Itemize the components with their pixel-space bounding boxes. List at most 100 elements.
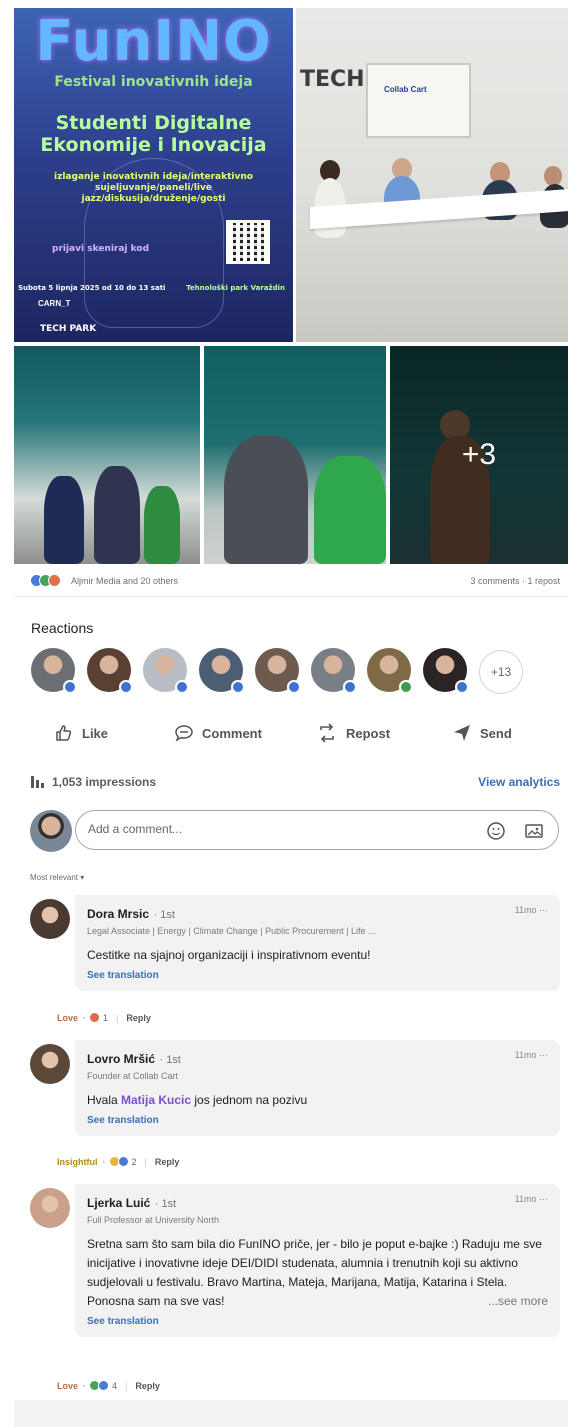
- comment-text: Sretna sam što sam bila dio FunINO priče…: [87, 1235, 548, 1311]
- comment-bubble: Lovro Mršić · 1st 11mo ··· Founder at Co…: [75, 1040, 560, 1136]
- post-action-bar: Like Comment Repost Send: [14, 716, 568, 750]
- view-analytics-link[interactable]: View analytics: [478, 775, 560, 789]
- reactor-avatar[interactable]: [423, 648, 469, 694]
- comment-time-menu[interactable]: 11mo ···: [515, 1194, 548, 1204]
- emoji-icon[interactable]: [486, 821, 506, 841]
- reply-button[interactable]: Reply: [126, 1013, 151, 1023]
- networking-image[interactable]: [204, 346, 386, 564]
- comment-icon: [175, 725, 193, 742]
- love-reaction-icon: [89, 1012, 101, 1023]
- see-translation-link[interactable]: See translation: [87, 1316, 548, 1327]
- repost-label: Repost: [346, 725, 391, 741]
- like-reaction-icon: [343, 680, 357, 694]
- reactor-avatar[interactable]: [367, 648, 413, 694]
- comment-input[interactable]: [88, 822, 448, 836]
- qr-code-icon: [226, 220, 270, 264]
- reaction-summary-icons[interactable]: [30, 574, 70, 588]
- more-reactors-button[interactable]: +13: [479, 650, 523, 694]
- comment-time-menu[interactable]: 11mo ···: [515, 905, 548, 915]
- poster-brand: FunINO: [35, 9, 272, 74]
- comment-box[interactable]: [75, 810, 559, 850]
- react-button[interactable]: Love: [57, 1381, 78, 1391]
- commenter-avatar[interactable]: [30, 899, 70, 939]
- reaction-count[interactable]: 4: [112, 1381, 117, 1391]
- photo-collage[interactable]: FunINO Festival inovativnih ideja Studen…: [14, 8, 568, 564]
- commenter-name[interactable]: Lovro Mršić: [87, 1052, 155, 1066]
- impressions-bar: 1,053 impressions View analytics: [30, 770, 560, 794]
- sort-dropdown[interactable]: Most relevant ▾: [30, 873, 84, 882]
- love-reaction-icon: [48, 574, 61, 587]
- comment-button[interactable]: Comment: [174, 720, 262, 746]
- comment-time-menu[interactable]: 11mo ···: [515, 1050, 548, 1060]
- reply-button[interactable]: Reply: [135, 1381, 160, 1391]
- projector-screen: Collab Cart: [366, 63, 471, 138]
- comment-text-part: Hvala: [87, 1093, 122, 1107]
- send-label: Send: [480, 725, 512, 741]
- bottom-panel: [14, 1400, 568, 1427]
- commenter-headline: Founder at Collab Cart: [87, 1071, 179, 1081]
- jazz-band-image[interactable]: +3: [390, 346, 568, 564]
- see-translation-link[interactable]: See translation: [87, 1115, 548, 1126]
- attendee: [314, 456, 386, 564]
- attendee: [144, 486, 180, 564]
- comment-text-body: Sretna sam što sam bila dio FunINO priče…: [87, 1237, 542, 1308]
- react-button[interactable]: Insightful: [57, 1157, 98, 1167]
- like-reaction-icon: [98, 1380, 110, 1391]
- reactor-avatar[interactable]: [255, 648, 301, 694]
- reactor-avatar[interactable]: [143, 648, 189, 694]
- commenter-headline: Legal Associate | Energy | Climate Chang…: [87, 926, 376, 936]
- reactions-heading: Reactions: [31, 620, 94, 636]
- poster-subtitle: Festival inovativnih ideja: [54, 74, 253, 90]
- reactor-avatars: +13: [31, 648, 551, 698]
- see-translation-link[interactable]: See translation: [87, 970, 548, 981]
- like-reaction-icon: [175, 680, 189, 694]
- reactors-summary-link[interactable]: Aljmir Media and 20 others: [71, 576, 178, 586]
- celebrate-reaction-icon: [399, 680, 413, 694]
- commenter-avatar[interactable]: [30, 1188, 70, 1228]
- event-poster-image[interactable]: FunINO Festival inovativnih ideja Studen…: [14, 8, 293, 342]
- reactor-avatar[interactable]: [199, 648, 245, 694]
- analytics-bar-icon: [31, 776, 44, 788]
- separator: |: [116, 1012, 119, 1023]
- reaction-count[interactable]: 1: [103, 1013, 108, 1023]
- send-button[interactable]: Send: [452, 720, 512, 746]
- reactor-avatar[interactable]: [31, 648, 77, 694]
- hallway-crowd-image[interactable]: [14, 346, 200, 564]
- see-more-link[interactable]: ...see more: [488, 1292, 548, 1311]
- reply-button[interactable]: Reply: [155, 1157, 180, 1167]
- like-reaction-icon: [287, 680, 301, 694]
- separator-dot: ·: [102, 1156, 106, 1167]
- comment-text: Cestitke na sjajnoj organizaciji i inspi…: [87, 948, 371, 962]
- comment-bubble: Ljerka Luić · 1st 11mo ··· Full Professo…: [75, 1184, 560, 1337]
- connection-degree: · 1st: [153, 909, 175, 921]
- poster-headline: Studenti Digitalne Ekonomije i Inovacija: [40, 112, 267, 156]
- like-reaction-icon: [119, 680, 133, 694]
- reactor-avatar[interactable]: [311, 648, 357, 694]
- image-icon[interactable]: [524, 821, 544, 841]
- commenter-name[interactable]: Dora Mrsic: [87, 907, 149, 921]
- more-photos-count: +3: [461, 438, 497, 471]
- repost-icon: [320, 723, 334, 743]
- like-reaction-icon: [63, 680, 77, 694]
- react-button[interactable]: Love: [57, 1013, 78, 1023]
- comments-reposts-link[interactable]: 3 comments · 1 repost: [470, 576, 560, 586]
- mention-link[interactable]: Matija Kucic: [121, 1093, 191, 1107]
- separator: |: [125, 1380, 128, 1391]
- repost-button[interactable]: Repost: [316, 720, 390, 746]
- poster-venue: Tehnološki park Varaždin: [186, 284, 285, 292]
- comment-footer: Love · 1 | Reply: [57, 1012, 151, 1023]
- commenter-name[interactable]: Ljerka Luić: [87, 1196, 150, 1210]
- reactor-avatar[interactable]: [87, 648, 133, 694]
- commenter-avatar[interactable]: [30, 1044, 70, 1084]
- separator: |: [144, 1156, 147, 1167]
- panel-room-image[interactable]: TECH PARK Collab Cart: [296, 8, 568, 342]
- like-reaction-icon: [117, 1156, 129, 1167]
- like-button[interactable]: Like: [54, 720, 108, 746]
- current-user-avatar[interactable]: [30, 810, 72, 852]
- poster-logo: TECH PARK: [40, 324, 97, 334]
- poster-activities: izlaganje inovativnih ideja/interaktivno…: [54, 172, 253, 204]
- screen-logo: Collab Cart: [384, 85, 427, 94]
- attendee: [94, 466, 140, 564]
- reaction-count[interactable]: 2: [132, 1157, 137, 1167]
- like-label: Like: [82, 725, 109, 741]
